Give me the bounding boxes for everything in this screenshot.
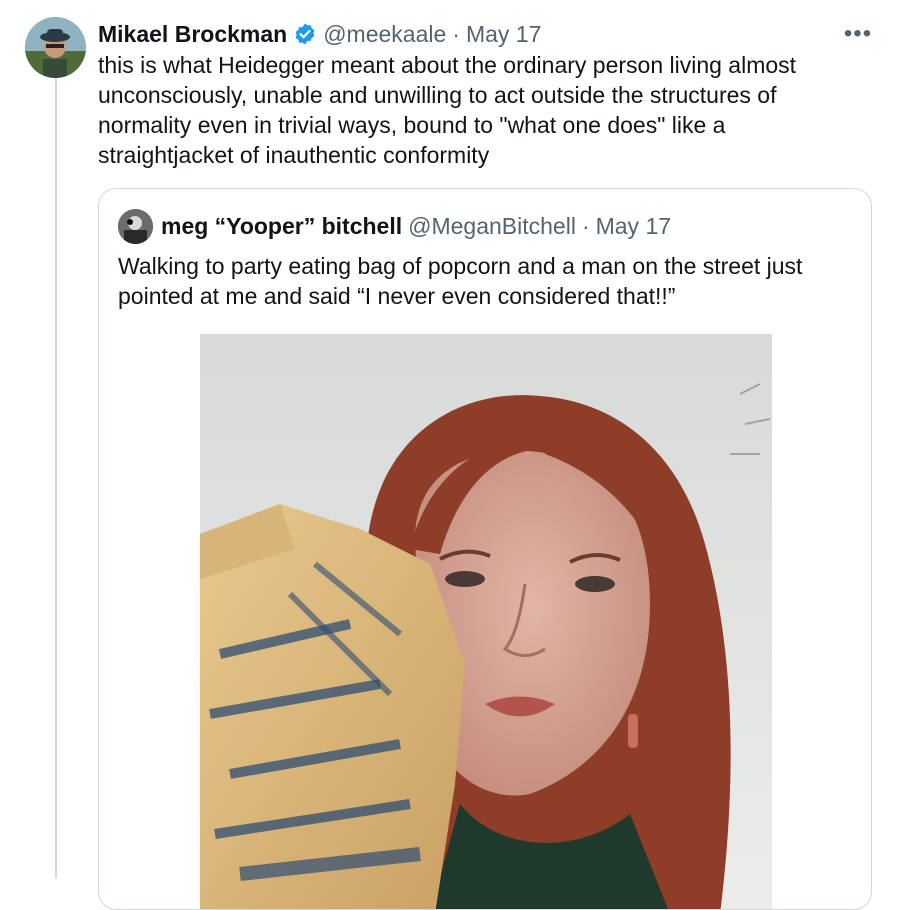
avatar[interactable] [25,17,86,78]
author-name[interactable]: Mikael Brockman [98,21,287,48]
tweet-header: Mikael Brockman @meekaale · May 17 [98,18,541,50]
quoted-author-handle[interactable]: @MeganBitchell [408,213,576,240]
quoted-tweet-photo[interactable] [200,334,772,909]
thread-line [55,78,57,878]
quoted-tweet-date[interactable]: May 17 [596,213,671,240]
separator-dot: · [581,213,590,239]
quoted-author-name[interactable]: meg “Yooper” bitchell [161,213,402,240]
quoted-tweet-header: meg “Yooper” bitchell @MeganBitchell · M… [161,209,671,244]
separator-dot: · [452,20,460,47]
more-options-icon[interactable]: ••• [838,18,878,50]
verified-badge-icon [293,22,317,46]
tweet-date[interactable]: May 17 [466,21,541,48]
author-handle[interactable]: @meekaale [323,21,446,48]
quoted-tweet[interactable]: meg “Yooper” bitchell @MeganBitchell · M… [98,188,872,910]
tweet-text: this is what Heidegger meant about the o… [98,52,797,168]
quoted-tweet-text: Walking to party eating bag of popcorn a… [118,253,803,309]
quoted-avatar[interactable] [118,209,153,244]
